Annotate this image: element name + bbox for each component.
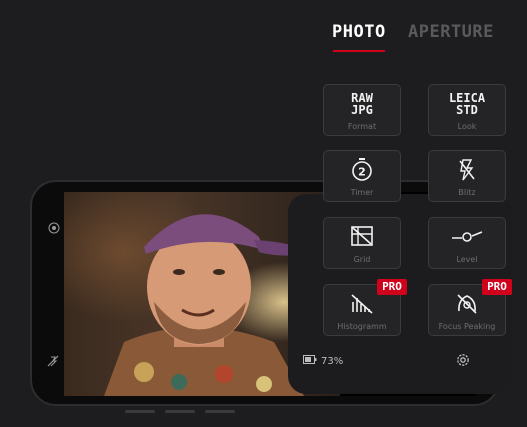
phone-button (205, 410, 235, 413)
tab-photo[interactable]: PHOTO (332, 22, 386, 42)
timer-label: Timer (350, 188, 374, 197)
tab-aperture[interactable]: APERTURE (408, 22, 494, 42)
battery-status: 73% (303, 355, 343, 367)
histogramm-label: Histogramm (337, 322, 387, 331)
phone-button (165, 410, 195, 413)
look-tile[interactable]: LEICA STD Look (428, 84, 506, 136)
grid-icon (324, 225, 400, 251)
look-value: LEICA STD (448, 91, 486, 117)
look-label: Look (457, 122, 477, 131)
format-tile[interactable]: RAW JPG Format (323, 84, 401, 136)
format-value: RAW JPG (351, 91, 373, 117)
grid-tile[interactable]: Grid (323, 217, 401, 269)
blitz-tile[interactable]: Blitz (428, 150, 506, 202)
format-label: Format (347, 122, 377, 131)
flash-slash-icon[interactable] (46, 354, 60, 371)
level-icon (429, 225, 505, 251)
level-label: Level (456, 255, 478, 264)
active-tab-indicator (333, 50, 385, 52)
mode-tabs: PHOTO APERTURE (0, 22, 527, 62)
timer-tile[interactable]: 2 Timer (323, 150, 401, 202)
battery-icon (303, 355, 317, 367)
focus-peaking-icon (429, 292, 505, 318)
phone-button (125, 410, 155, 413)
histogramm-pro-badge: PRO (377, 279, 407, 295)
gear-icon[interactable] (455, 352, 471, 372)
timer-icon: 2 (324, 158, 400, 186)
blitz-label: Blitz (458, 188, 476, 197)
flash-off-icon (429, 158, 505, 186)
focus-peaking-pro-badge: PRO (482, 279, 512, 295)
histogram-icon (324, 292, 400, 318)
lens-switch-icon[interactable] (48, 222, 60, 237)
timer-value: 2 (358, 166, 366, 179)
focus-peaking-label: Focus Peaking (438, 322, 496, 331)
grid-label: Grid (353, 255, 371, 264)
battery-level: 73% (321, 356, 344, 367)
level-tile[interactable]: Level (428, 217, 506, 269)
